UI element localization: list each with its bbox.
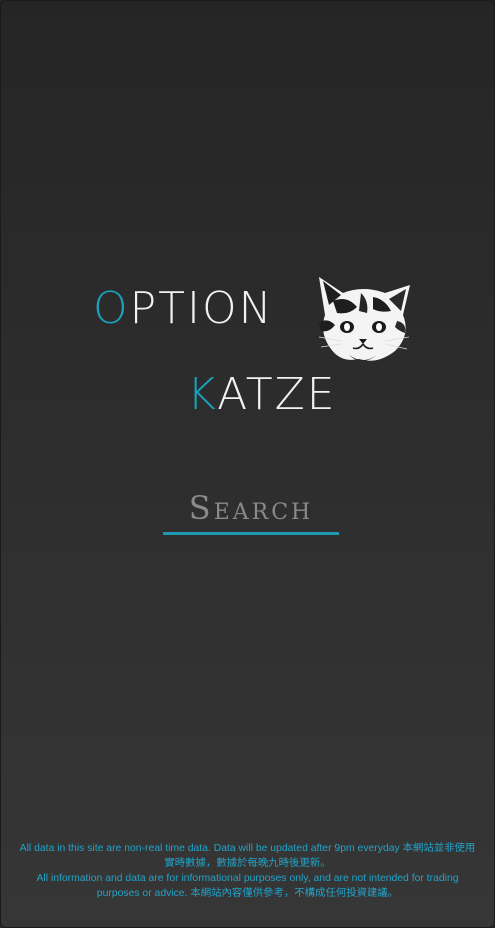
- search-input[interactable]: [163, 483, 339, 532]
- app-page: OPTION KATZE All data in this site are n…: [0, 0, 495, 928]
- logo-title-option: OPTION: [93, 287, 274, 331]
- disclaimer: All data in this site are non-real time …: [15, 841, 480, 901]
- logo-text-atze: ATZE: [217, 369, 337, 420]
- logo-title-katze: KATZE: [187, 373, 337, 417]
- cat-face-logo-icon: [318, 277, 410, 361]
- logo-initial-k: K: [187, 369, 218, 420]
- logo-text-ption: PTION: [129, 283, 274, 334]
- disclaimer-data-notice: All data in this site are non-real time …: [19, 843, 476, 869]
- logo-initial-o: O: [93, 283, 130, 334]
- search-field-container: [163, 483, 339, 535]
- search-underline: [163, 532, 339, 535]
- disclaimer-advice-notice: All information and data are for informa…: [36, 873, 459, 899]
